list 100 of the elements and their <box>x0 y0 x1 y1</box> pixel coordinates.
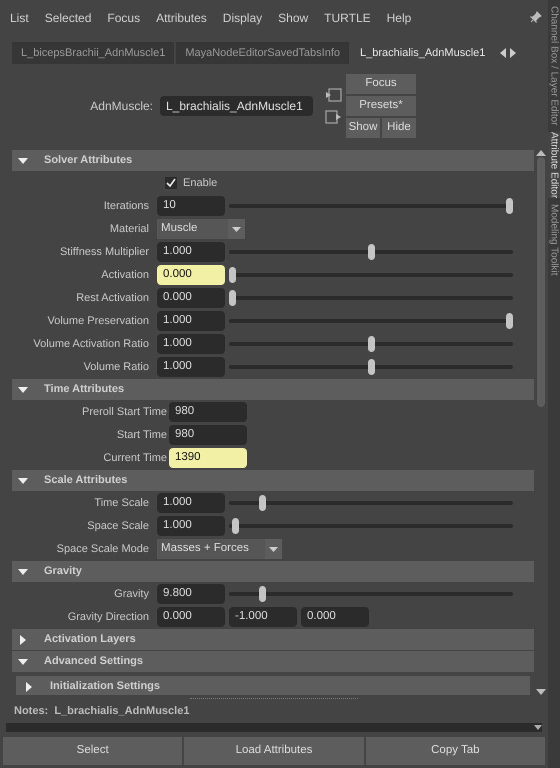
dropdown[interactable]: Masses + Forces <box>157 539 282 559</box>
slider[interactable] <box>229 336 513 352</box>
header-button[interactable]: Show <box>346 118 380 138</box>
slider-thumb[interactable] <box>506 313 513 329</box>
tab[interactable]: L_bicepsBrachii_AdnMuscle1 <box>12 42 174 64</box>
pin-icon[interactable] <box>530 11 542 23</box>
input-connection-icon[interactable] <box>325 88 342 102</box>
bottom-button[interactable]: Select <box>3 736 182 764</box>
value-field[interactable]: 9.800 <box>157 584 225 604</box>
value-field[interactable]: 1.000 <box>157 357 225 377</box>
attribute-label: Volume Ratio <box>82 360 150 375</box>
bottom-button[interactable]: Copy Tab <box>366 736 545 764</box>
side-tab[interactable]: Channel Box / Layer Editor <box>548 6 560 126</box>
attribute-label: Iterations <box>102 198 150 214</box>
slider[interactable] <box>229 586 513 602</box>
tab[interactable]: MayaNodeEditorSavedTabsInfo <box>176 42 350 64</box>
dropdown[interactable]: Muscle <box>157 219 245 239</box>
scroll-down-icon[interactable] <box>536 689 546 695</box>
menu-item[interactable]: TURTLE <box>324 9 371 27</box>
section-title: Activation Layers <box>44 632 136 648</box>
header-button[interactable]: Focus <box>346 74 416 94</box>
slider-thumb[interactable] <box>259 495 266 511</box>
attribute-label: Current Time <box>102 450 168 466</box>
value-field[interactable]: 1.000 <box>157 516 225 536</box>
section-header[interactable]: Scale Attributes <box>12 470 534 491</box>
checkbox[interactable] <box>165 177 177 189</box>
section-header[interactable]: Activation Layers <box>12 629 534 650</box>
expand-arrow-icon[interactable] <box>24 682 34 692</box>
slider[interactable] <box>229 359 513 375</box>
side-tab[interactable]: Attribute Editor <box>548 132 560 198</box>
side-tab[interactable]: Modeling Toolkit <box>548 204 560 276</box>
section-title: Scale Attributes <box>44 473 128 488</box>
attribute-label: Start Time <box>116 428 168 443</box>
scrollbar[interactable] <box>536 150 546 695</box>
collapse-arrow-icon[interactable] <box>18 386 28 392</box>
section-header[interactable]: Gravity <box>12 561 534 582</box>
attribute-label: Volume Activation Ratio <box>32 336 150 352</box>
value-field[interactable]: 980 <box>169 425 247 445</box>
collapse-arrow-icon[interactable] <box>18 568 28 574</box>
value-field[interactable]: 1390 <box>169 448 247 468</box>
value-field[interactable]: 1.000 <box>157 242 225 262</box>
value-field[interactable]: 0.000 <box>157 265 225 285</box>
collapse-arrow-icon[interactable] <box>18 158 28 164</box>
expand-arrow-icon[interactable] <box>18 634 28 644</box>
header-button[interactable]: Hide <box>382 118 416 138</box>
scrollbar-thumb[interactable] <box>537 157 545 407</box>
notes-field[interactable] <box>6 722 542 732</box>
menu-item[interactable]: Selected <box>44 9 92 27</box>
slider-thumb[interactable] <box>368 359 374 375</box>
slider-thumb[interactable] <box>229 290 236 306</box>
menu-item[interactable]: List <box>10 9 29 27</box>
attribute-label: Preroll Start Time <box>81 404 168 420</box>
value-field[interactable]: 1.000 <box>157 311 225 331</box>
menu-item[interactable]: Show <box>278 9 308 27</box>
section-title: Initialization Settings <box>50 679 160 694</box>
slider[interactable] <box>229 518 513 534</box>
subsection-header[interactable]: Initialization Settings <box>16 676 530 695</box>
slider-thumb[interactable] <box>259 586 266 602</box>
value-field[interactable]: 0.000 <box>301 607 369 627</box>
section-header[interactable]: Solver Attributes <box>12 150 534 171</box>
slider[interactable] <box>229 267 513 283</box>
menu-item[interactable]: Focus <box>107 9 140 27</box>
section-title: Solver Attributes <box>44 153 132 168</box>
attribute-label: Space Scale Mode <box>56 542 150 557</box>
tab-scroll-left-icon[interactable] <box>500 48 506 58</box>
section-header[interactable]: Time Attributes <box>12 379 534 400</box>
value-field[interactable]: 1.000 <box>157 493 225 513</box>
slider[interactable] <box>229 290 513 306</box>
tab-scroll-right-icon[interactable] <box>510 48 516 58</box>
value-field[interactable]: 1.000 <box>157 334 225 354</box>
value-field[interactable]: 10 <box>157 196 225 216</box>
slider[interactable] <box>229 495 513 511</box>
value-field[interactable]: 0.000 <box>157 607 225 627</box>
dropdown-value: Muscle <box>160 221 198 236</box>
bottom-button[interactable]: Load Attributes <box>184 736 364 764</box>
slider-thumb[interactable] <box>506 198 513 214</box>
collapse-arrow-icon[interactable] <box>18 478 28 484</box>
slider-thumb[interactable] <box>229 267 236 283</box>
output-connection-icon[interactable] <box>325 110 342 124</box>
value-field[interactable]: 980 <box>169 402 247 422</box>
value-field[interactable]: -1.000 <box>229 607 297 627</box>
menu-item[interactable]: Help <box>386 9 412 27</box>
slider[interactable] <box>229 313 513 329</box>
attribute-label: Stiffness Multiplier <box>58 244 150 260</box>
attribute-label: Time Scale <box>93 496 150 511</box>
value-field[interactable]: 0.000 <box>157 288 225 308</box>
header-button[interactable]: Presets* <box>346 96 416 116</box>
collapse-arrow-icon[interactable] <box>18 658 28 664</box>
attribute-label: Volume Preservation <box>46 314 150 329</box>
attribute-label: Gravity <box>113 586 150 602</box>
slider[interactable] <box>229 198 513 214</box>
slider-thumb[interactable] <box>232 518 239 534</box>
slider[interactable] <box>229 244 513 260</box>
section-title: Advanced Settings <box>44 654 144 670</box>
menu-item[interactable]: Attributes <box>156 9 207 27</box>
node-name-field[interactable]: L_brachialis_AdnMuscle1 <box>160 96 313 116</box>
slider-thumb[interactable] <box>368 336 374 352</box>
slider-thumb[interactable] <box>368 244 374 260</box>
section-header[interactable]: Advanced Settings <box>12 651 534 672</box>
menu-item[interactable]: Display <box>222 9 262 27</box>
